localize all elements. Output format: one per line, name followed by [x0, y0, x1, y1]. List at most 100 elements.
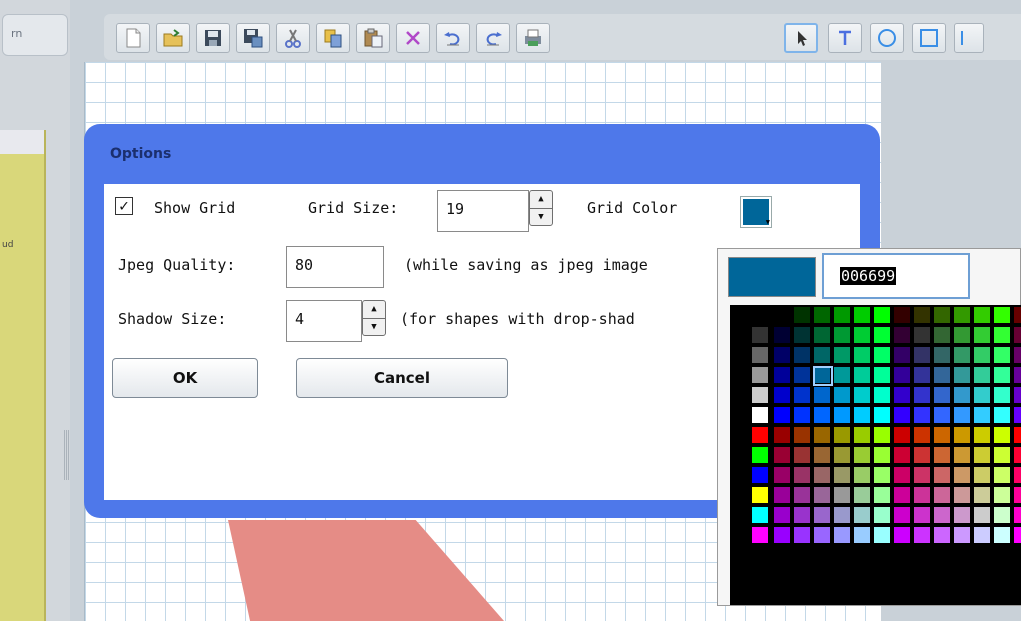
palette-color-cell[interactable]	[751, 346, 769, 364]
palette-color-cell[interactable]	[933, 366, 951, 384]
palette-color-cell[interactable]	[873, 406, 891, 424]
palette-color-cell[interactable]	[953, 366, 971, 384]
palette-color-cell[interactable]	[953, 506, 971, 524]
palette-color-cell[interactable]	[731, 426, 749, 444]
ellipse-tool-button[interactable]	[870, 23, 904, 53]
palette-color-cell[interactable]	[993, 446, 1011, 464]
palette-color-cell[interactable]	[893, 486, 911, 504]
palette-color-cell[interactable]	[833, 406, 851, 424]
palette-color-cell[interactable]	[731, 446, 749, 464]
palette-color-cell[interactable]	[893, 506, 911, 524]
palette-color-cell[interactable]	[1013, 446, 1021, 464]
palette-color-cell[interactable]	[813, 506, 831, 524]
open-button[interactable]	[156, 23, 190, 53]
palette-color-cell[interactable]	[953, 326, 971, 344]
palette-color-cell[interactable]	[993, 406, 1011, 424]
palette-color-cell[interactable]	[873, 366, 891, 384]
redo-button[interactable]	[476, 23, 510, 53]
palette-color-cell[interactable]	[793, 446, 811, 464]
palette-color-cell[interactable]	[993, 386, 1011, 404]
palette-color-cell[interactable]	[833, 326, 851, 344]
palette-color-cell[interactable]	[813, 426, 831, 444]
increment-arrow-icon[interactable]: ▲	[530, 191, 552, 209]
palette-color-cell[interactable]	[873, 346, 891, 364]
palette-color-cell[interactable]	[953, 426, 971, 444]
palette-color-cell[interactable]	[731, 366, 749, 384]
palette-color-cell[interactable]	[751, 506, 769, 524]
palette-color-cell[interactable]	[751, 366, 769, 384]
jpeg-quality-input[interactable]: 80	[286, 246, 384, 288]
palette-color-cell[interactable]	[953, 486, 971, 504]
palette-color-cell[interactable]	[873, 506, 891, 524]
palette-color-cell[interactable]	[933, 406, 951, 424]
text-tool-button[interactable]	[828, 23, 862, 53]
palette-color-cell[interactable]	[751, 426, 769, 444]
palette-color-cell[interactable]	[893, 446, 911, 464]
show-grid-checkbox[interactable]: ✓	[115, 197, 133, 215]
palette-color-cell[interactable]	[1013, 526, 1021, 544]
copy-button[interactable]	[316, 23, 350, 53]
palette-color-cell[interactable]	[773, 406, 791, 424]
palette-color-cell[interactable]	[953, 306, 971, 324]
palette-color-cell[interactable]	[973, 466, 991, 484]
palette-color-cell[interactable]	[953, 406, 971, 424]
hex-color-input[interactable]: 006699	[822, 253, 970, 299]
rectangle-tool-button[interactable]	[912, 23, 946, 53]
palette-color-cell[interactable]	[1013, 506, 1021, 524]
palette-color-cell[interactable]	[913, 386, 931, 404]
palette-color-cell[interactable]	[853, 306, 871, 324]
palette-color-cell[interactable]	[873, 426, 891, 444]
palette-color-cell[interactable]	[893, 526, 911, 544]
palette-color-cell[interactable]	[933, 426, 951, 444]
palette-color-cell[interactable]	[833, 526, 851, 544]
palette-color-cell[interactable]	[731, 506, 749, 524]
palette-color-cell[interactable]	[853, 466, 871, 484]
palette-color-cell[interactable]	[933, 466, 951, 484]
palette-color-cell[interactable]	[993, 426, 1011, 444]
palette-color-cell[interactable]	[853, 406, 871, 424]
palette-color-cell[interactable]	[833, 486, 851, 504]
palette-color-cell[interactable]	[893, 386, 911, 404]
more-tools-button[interactable]	[954, 23, 984, 53]
palette-color-cell[interactable]	[793, 386, 811, 404]
cancel-button[interactable]: Cancel	[296, 358, 508, 398]
delete-button[interactable]	[396, 23, 430, 53]
palette-color-cell[interactable]	[813, 466, 831, 484]
palette-color-cell[interactable]	[973, 446, 991, 464]
palette-color-cell[interactable]	[1013, 426, 1021, 444]
palette-color-cell[interactable]	[773, 306, 791, 324]
palette-color-cell[interactable]	[973, 426, 991, 444]
palette-color-cell[interactable]	[731, 406, 749, 424]
palette-color-cell[interactable]	[973, 386, 991, 404]
palette-color-cell[interactable]	[773, 346, 791, 364]
palette-color-cell[interactable]	[751, 486, 769, 504]
palette-color-cell[interactable]	[913, 526, 931, 544]
grid-size-input[interactable]: 19	[437, 190, 529, 232]
palette-color-cell[interactable]	[731, 346, 749, 364]
palette-color-cell[interactable]	[833, 426, 851, 444]
palette-color-cell[interactable]	[873, 526, 891, 544]
palette-color-cell[interactable]	[751, 526, 769, 544]
palette-color-cell[interactable]	[853, 386, 871, 404]
palette-color-cell[interactable]	[873, 306, 891, 324]
print-button[interactable]	[516, 23, 550, 53]
undo-button[interactable]	[436, 23, 470, 53]
palette-color-cell[interactable]	[793, 506, 811, 524]
palette-color-cell[interactable]	[973, 366, 991, 384]
palette-color-cell[interactable]	[793, 486, 811, 504]
palette-color-cell[interactable]	[973, 486, 991, 504]
grid-color-swatch-button[interactable]: ▼	[740, 196, 772, 228]
shadow-size-stepper[interactable]: ▲ ▼	[362, 300, 386, 336]
palette-color-cell[interactable]	[833, 446, 851, 464]
palette-color-cell[interactable]	[873, 446, 891, 464]
palette-color-cell[interactable]	[993, 526, 1011, 544]
palette-color-cell[interactable]	[793, 346, 811, 364]
palette-color-cell[interactable]	[973, 326, 991, 344]
palette-color-cell[interactable]	[993, 366, 1011, 384]
palette-color-cell[interactable]	[1013, 326, 1021, 344]
palette-color-cell[interactable]	[731, 526, 749, 544]
palette-color-cell[interactable]	[873, 326, 891, 344]
palette-color-cell[interactable]	[993, 346, 1011, 364]
ok-button[interactable]: OK	[112, 358, 258, 398]
palette-color-cell[interactable]	[973, 506, 991, 524]
